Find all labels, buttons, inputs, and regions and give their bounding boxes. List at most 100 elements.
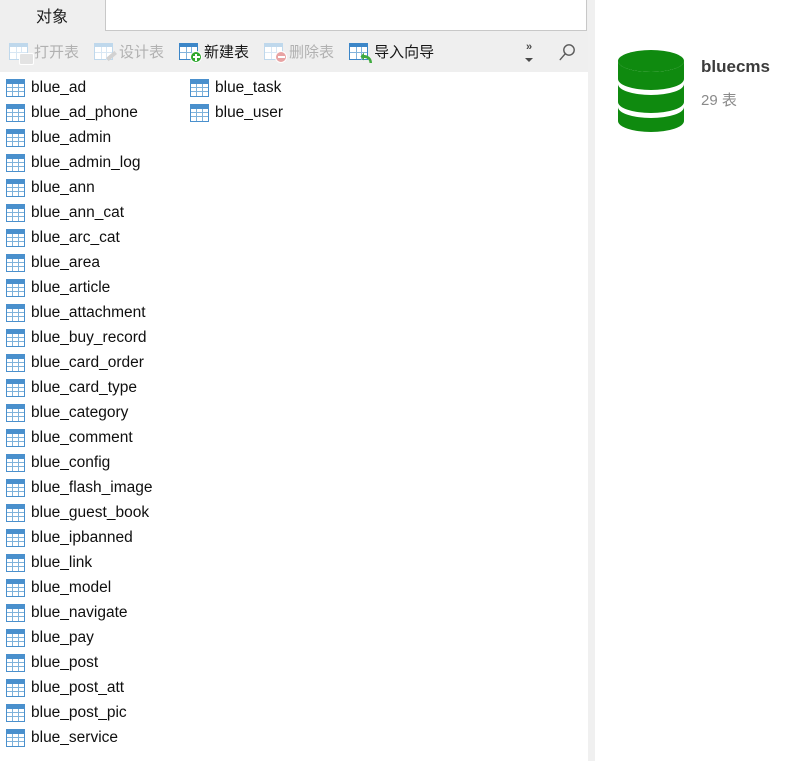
table-icon (6, 203, 25, 222)
table-name-label: blue_config (31, 453, 111, 471)
table-count-label: 29 表 (701, 92, 737, 109)
table-icon (6, 678, 25, 697)
table-list-item[interactable]: blue_attachment (4, 300, 153, 325)
table-icon (6, 253, 25, 272)
table-name-label: blue_comment (31, 428, 133, 446)
table-icon (6, 553, 25, 572)
table-name-label: blue_ann (31, 178, 95, 196)
import-wizard-button[interactable]: 导入向导 (344, 35, 439, 69)
tab-content-field[interactable] (105, 0, 587, 31)
table-list-item[interactable]: blue_admin_log (4, 150, 153, 175)
import-wizard-label: 导入向导 (374, 43, 435, 61)
table-list-item[interactable]: blue_card_order (4, 350, 153, 375)
tab-objects-label: 对象 (36, 8, 69, 26)
table-name-label: blue_ad_phone (31, 103, 138, 121)
tab-strip: 对象 (0, 0, 588, 32)
design-table-button[interactable]: 设计表 (89, 35, 169, 69)
table-name-label: blue_card_order (31, 353, 144, 371)
table-icon (6, 178, 25, 197)
table-list-item[interactable]: blue_article (4, 275, 153, 300)
tab-objects[interactable]: 对象 (22, 3, 83, 32)
table-list-column-1: blue_ad blue_ad_phone blue_admin blue_admin… (4, 75, 153, 750)
table-name-label: blue_arc_cat (31, 228, 120, 246)
table-icon (6, 303, 25, 322)
table-list-item[interactable]: blue_ad (4, 75, 153, 100)
table-list-item[interactable]: blue_user (188, 100, 283, 125)
table-list-item[interactable]: blue_area (4, 250, 153, 275)
table-name-label: blue_article (31, 278, 111, 296)
open-table-button[interactable]: 打开表 (4, 35, 84, 69)
table-icon (6, 503, 25, 522)
table-list-item[interactable]: blue_comment (4, 425, 153, 450)
table-list-item[interactable]: blue_post_att (4, 675, 153, 700)
table-name-label: blue_card_type (31, 378, 137, 396)
table-icon (6, 278, 25, 297)
table-name-label: blue_post_pic (31, 703, 127, 721)
table-list-column-2: blue_task blue_user (188, 75, 283, 125)
table-icon (6, 153, 25, 172)
table-list-item[interactable]: blue_post (4, 650, 153, 675)
table-name-label: blue_guest_book (31, 503, 150, 521)
table-list-item[interactable]: blue_ann_cat (4, 200, 153, 225)
table-list-item[interactable]: blue_navigate (4, 600, 153, 625)
table-name-label: blue_link (31, 553, 93, 571)
table-name-label: blue_ipbanned (31, 528, 133, 546)
table-name-label: blue_task (215, 78, 282, 96)
table-name-label: blue_attachment (31, 303, 146, 321)
search-icon (559, 43, 575, 60)
object-toolbar: 打开表 设计表 新建表 删除表 导入向导 » (0, 32, 588, 72)
table-icon (6, 328, 25, 347)
database-card[interactable]: bluecms 29 表 (615, 48, 770, 134)
panel-splitter[interactable] (588, 0, 595, 761)
table-list-item[interactable]: blue_link (4, 550, 153, 575)
database-cylinder-icon (615, 48, 687, 134)
table-icon (6, 128, 25, 147)
table-icon (6, 653, 25, 672)
table-list-item[interactable]: blue_model (4, 575, 153, 600)
table-list-item[interactable]: blue_service (4, 725, 153, 750)
table-icon (6, 78, 25, 97)
table-icon (6, 728, 25, 747)
table-name-label: blue_service (31, 728, 119, 746)
table-list-item[interactable]: blue_buy_record (4, 325, 153, 350)
table-list-item[interactable]: blue_post_pic (4, 700, 153, 725)
table-icon (6, 603, 25, 622)
table-list-item[interactable]: blue_config (4, 450, 153, 475)
new-table-button[interactable]: 新建表 (174, 35, 254, 69)
table-name-label: blue_buy_record (31, 328, 147, 346)
chevron-down-icon (525, 58, 533, 62)
table-list-item[interactable]: blue_card_type (4, 375, 153, 400)
table-list-item[interactable]: blue_pay (4, 625, 153, 650)
table-name-label: blue_post_att (31, 678, 125, 696)
database-name: bluecms (701, 57, 770, 76)
new-table-icon (179, 42, 203, 63)
table-icon (6, 628, 25, 647)
design-table-label: 设计表 (119, 43, 165, 61)
delete-table-button[interactable]: 删除表 (259, 35, 339, 69)
table-list-item[interactable]: blue_ipbanned (4, 525, 153, 550)
table-name-label: blue_ad (31, 78, 87, 96)
table-icon (6, 103, 25, 122)
toolbar-overflow-button[interactable]: » (512, 33, 546, 71)
table-list-item[interactable]: blue_arc_cat (4, 225, 153, 250)
table-list-item[interactable]: blue_flash_image (4, 475, 153, 500)
table-list-item[interactable]: blue_admin (4, 125, 153, 150)
table-list-item[interactable]: blue_category (4, 400, 153, 425)
table-icon (6, 403, 25, 422)
table-icon (6, 428, 25, 447)
table-list-item[interactable]: blue_guest_book (4, 500, 153, 525)
table-list-panel[interactable]: blue_ad blue_ad_phone blue_admin blue_admin… (0, 72, 588, 761)
table-name-label: blue_admin (31, 128, 112, 146)
table-icon (6, 228, 25, 247)
table-list-item[interactable]: blue_ad_phone (4, 100, 153, 125)
table-list-item[interactable]: blue_task (188, 75, 283, 100)
table-list-item[interactable]: blue_ann (4, 175, 153, 200)
table-icon (6, 378, 25, 397)
search-button[interactable] (546, 33, 588, 71)
table-icon (190, 103, 209, 122)
open-table-icon (9, 42, 33, 64)
table-icon (6, 578, 25, 597)
table-icon (6, 478, 25, 497)
table-icon (6, 703, 25, 722)
open-table-label: 打开表 (34, 43, 80, 61)
